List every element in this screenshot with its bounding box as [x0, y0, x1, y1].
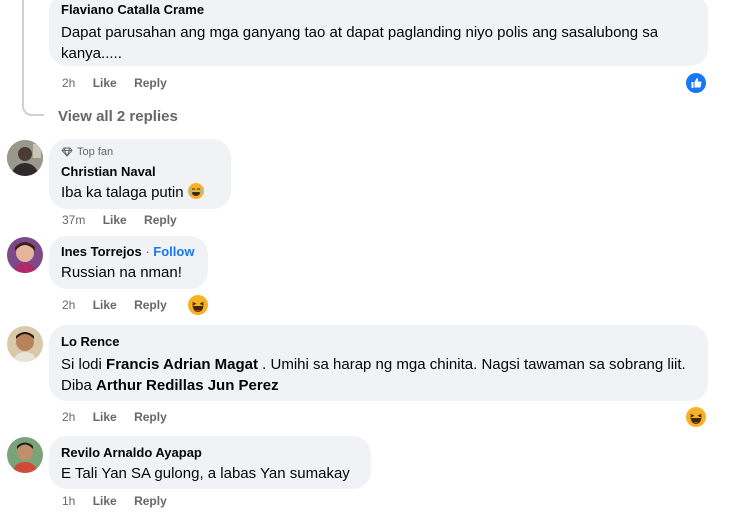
laughing-emoji-icon: [187, 183, 204, 199]
separator-dot: ·: [145, 244, 150, 259]
comment-text: E Tali Yan SA gulong, a labas Yan sumaka…: [61, 465, 350, 482]
comment-bubble: Flaviano Catalla Crame Dapat parusahan a…: [49, 0, 708, 66]
comment-author-row: Ines Torrejos · Follow: [61, 243, 196, 260]
comment-bubble: Top fan Christian Naval Iba ka talaga pu…: [49, 139, 231, 209]
mention-link[interactable]: Francis Adrian Magat: [106, 356, 258, 373]
view-replies-link[interactable]: View all 2 replies: [58, 108, 178, 125]
comment-actions: 2h Like Reply: [62, 76, 181, 90]
comment-author[interactable]: Ines Torrejos: [61, 244, 142, 259]
like-button[interactable]: Like: [93, 76, 117, 90]
comment-text: Russian na nman!: [61, 264, 182, 281]
like-button[interactable]: Like: [103, 213, 127, 227]
avatar[interactable]: [7, 237, 43, 273]
like-button[interactable]: Like: [93, 298, 117, 312]
comment-bubble: Ines Torrejos · Follow Russian na nman!: [49, 236, 208, 289]
thread-line: [22, 0, 24, 108]
comment-actions: 2h Like Reply: [62, 410, 181, 424]
reply-button[interactable]: Reply: [134, 298, 167, 312]
like-button[interactable]: Like: [93, 494, 117, 508]
avatar[interactable]: [7, 437, 43, 473]
comment-text: Dapat parusahan ang mga ganyang tao at d…: [61, 24, 659, 62]
avatar[interactable]: [7, 326, 43, 362]
mention-link[interactable]: Arthur Redillas Jun Perez: [96, 377, 279, 394]
comment-time[interactable]: 2h: [62, 76, 75, 90]
comment-actions: 1h Like Reply: [62, 494, 181, 508]
comment-author[interactable]: Flaviano Catalla Crame: [61, 1, 696, 18]
comment-actions: 37m Like Reply: [62, 213, 191, 227]
comment-text: Iba ka talaga putin: [61, 182, 219, 203]
reply-button[interactable]: Reply: [144, 213, 177, 227]
thread-branch: [22, 100, 44, 116]
haha-reaction-icon[interactable]: [188, 295, 208, 315]
comment-text: Si lodi Francis Adrian Magat . Umihi sa …: [61, 356, 686, 394]
comment-author[interactable]: Lo Rence: [61, 333, 696, 350]
comment-time[interactable]: 1h: [62, 494, 75, 508]
comment-actions: 2h Like Reply: [62, 298, 181, 312]
comment-author[interactable]: Revilo Arnaldo Ayapap: [61, 444, 359, 461]
comment-time[interactable]: 37m: [62, 213, 85, 227]
follow-button[interactable]: Follow: [153, 244, 194, 259]
reply-button[interactable]: Reply: [134, 494, 167, 508]
comment-time[interactable]: 2h: [62, 298, 75, 312]
comment-bubble: Revilo Arnaldo Ayapap E Tali Yan SA gulo…: [49, 436, 371, 489]
haha-reaction-icon[interactable]: [686, 407, 706, 427]
avatar[interactable]: [7, 140, 43, 176]
comment-time[interactable]: 2h: [62, 410, 75, 424]
top-fan-badge: Top fan: [61, 145, 219, 159]
diamond-icon: [61, 147, 73, 157]
comment-bubble: Lo Rence Si lodi Francis Adrian Magat . …: [49, 325, 708, 401]
reply-button[interactable]: Reply: [134, 76, 167, 90]
reply-button[interactable]: Reply: [134, 410, 167, 424]
comment-author[interactable]: Christian Naval: [61, 163, 219, 180]
like-reaction-icon[interactable]: [686, 73, 706, 93]
like-button[interactable]: Like: [93, 410, 117, 424]
